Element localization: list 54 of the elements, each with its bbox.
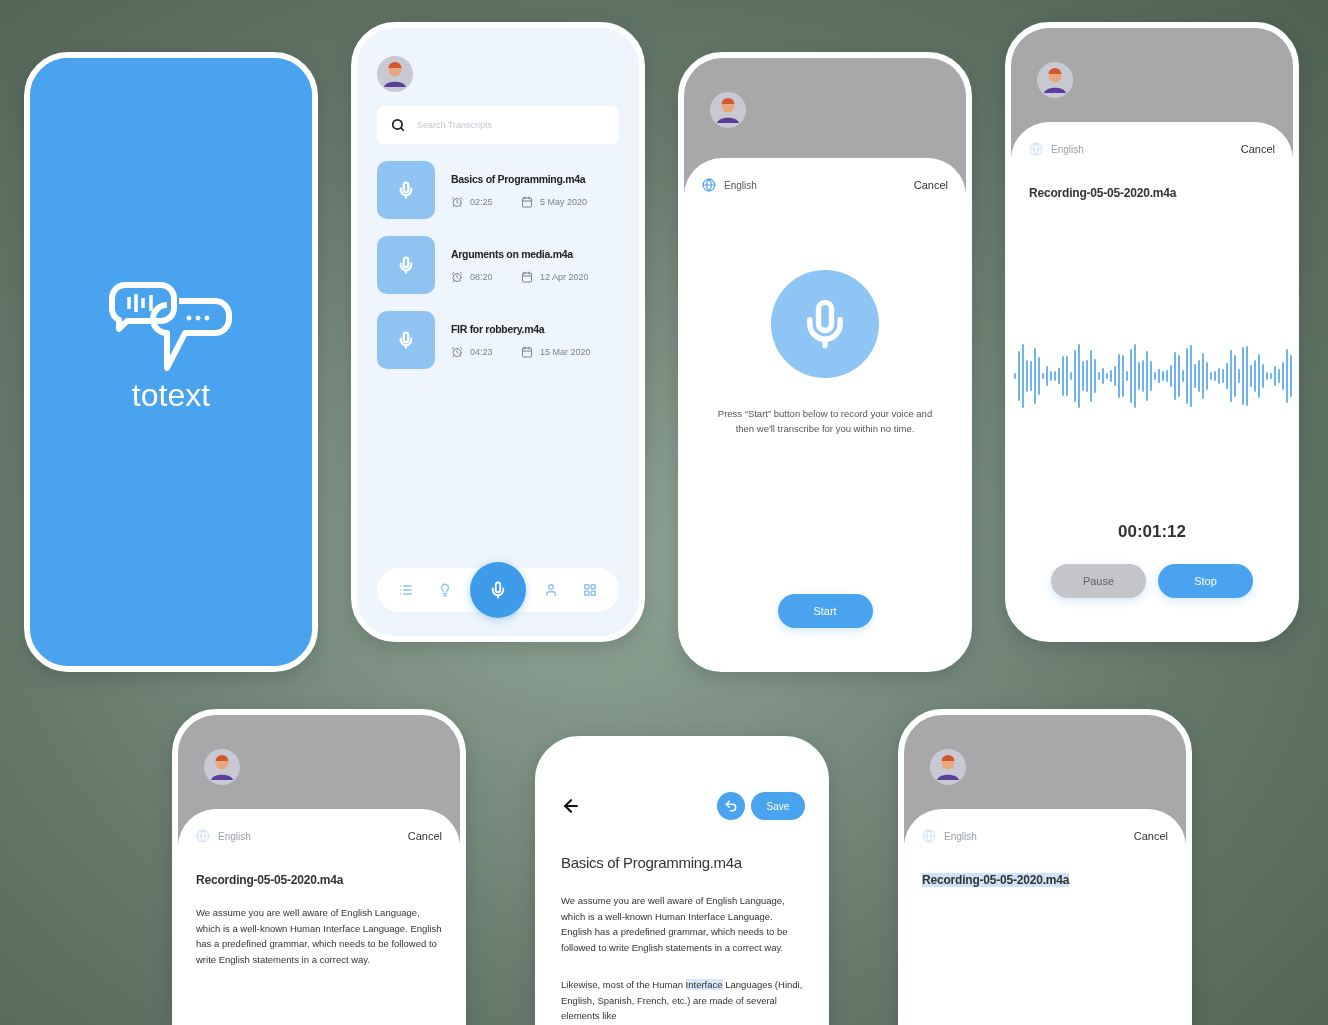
transcript-paragraph: We assume you are well aware of English Language, which is a well-known Human Interface Language. English has a predefined grammar, which needs to be followed to write English statements in a correct way. bbox=[561, 894, 789, 955]
back-button[interactable] bbox=[561, 796, 581, 816]
avatar-icon bbox=[1037, 62, 1073, 98]
globe-icon bbox=[196, 829, 210, 843]
recording-tile[interactable] bbox=[377, 236, 435, 294]
microphone-icon bbox=[397, 256, 415, 274]
recording-title[interactable]: Basics of Programming.m4a bbox=[451, 172, 588, 185]
person-icon bbox=[544, 583, 559, 597]
globe-icon bbox=[922, 829, 936, 843]
alarm-clock-icon bbox=[451, 270, 463, 283]
file-name: Recording-05-05-2020.m4a bbox=[1029, 186, 1178, 200]
calendar-icon bbox=[521, 270, 533, 283]
recording-title[interactable]: Arguments on media.m4a bbox=[451, 247, 589, 260]
microphone-icon bbox=[397, 181, 415, 199]
file-name: Recording-05-05-2020.m4a bbox=[922, 873, 1070, 887]
duration-text: 04:23 bbox=[470, 346, 494, 357]
date-text: 15 Mar 2020 bbox=[540, 346, 591, 357]
duration-text: 08:20 bbox=[470, 271, 494, 282]
avatar-icon bbox=[377, 56, 413, 92]
transcript-title: Basics of Programming.m4a bbox=[561, 854, 743, 871]
instruction-text: Press “Start” button below to record your voice and then we'll transcribe for you within no time. bbox=[716, 407, 934, 436]
file-name: Recording-05-05-2020.m4a bbox=[196, 873, 344, 887]
globe-icon bbox=[702, 178, 716, 192]
language-label[interactable]: English bbox=[724, 179, 757, 191]
cancel-button[interactable]: Cancel bbox=[1133, 830, 1168, 842]
brand-name: totext bbox=[131, 376, 211, 414]
transcript-paragraph: We assume you are well aware of English Language, which is a well-known Human Interface Language. English has a predefined grammar, which needs to be followed to write English statements in a correct way. bbox=[196, 906, 442, 967]
recording-title[interactable]: FIR for robbery.m4a bbox=[451, 322, 591, 335]
avatar-icon bbox=[930, 749, 966, 785]
alarm-clock-icon bbox=[451, 345, 463, 358]
grid-icon bbox=[582, 583, 597, 597]
list-icon bbox=[399, 583, 414, 597]
cancel-button[interactable]: Cancel bbox=[407, 830, 442, 842]
date-text: 12 Apr 2020 bbox=[540, 271, 589, 282]
globe-icon bbox=[1029, 142, 1043, 156]
calendar-icon bbox=[521, 195, 533, 208]
cancel-button[interactable]: Cancel bbox=[913, 179, 948, 191]
search-icon bbox=[391, 118, 405, 132]
alarm-clock-icon bbox=[451, 195, 463, 208]
speech-bubbles-logo-icon bbox=[109, 280, 233, 373]
cancel-button[interactable]: Cancel bbox=[1240, 143, 1275, 155]
undo-button[interactable] bbox=[717, 792, 745, 820]
avatar-icon bbox=[710, 92, 746, 128]
timer-text: 00:01:12 bbox=[1116, 522, 1188, 542]
recording-tile[interactable] bbox=[377, 161, 435, 219]
avatar-icon bbox=[204, 749, 240, 785]
calendar-icon bbox=[521, 345, 533, 358]
undo-icon bbox=[724, 799, 738, 813]
duration-text: 02:25 bbox=[470, 196, 494, 207]
date-text: 5 May 2020 bbox=[540, 196, 588, 207]
record-button[interactable] bbox=[469, 562, 526, 618]
transcript-paragraph: Likewise, most of the Human Interface Languages (Hindi, English, Spanish, French, etc.) are made of several elements like bbox=[561, 978, 804, 1023]
recording-tile[interactable] bbox=[377, 311, 435, 369]
microphone-icon bbox=[397, 331, 415, 349]
